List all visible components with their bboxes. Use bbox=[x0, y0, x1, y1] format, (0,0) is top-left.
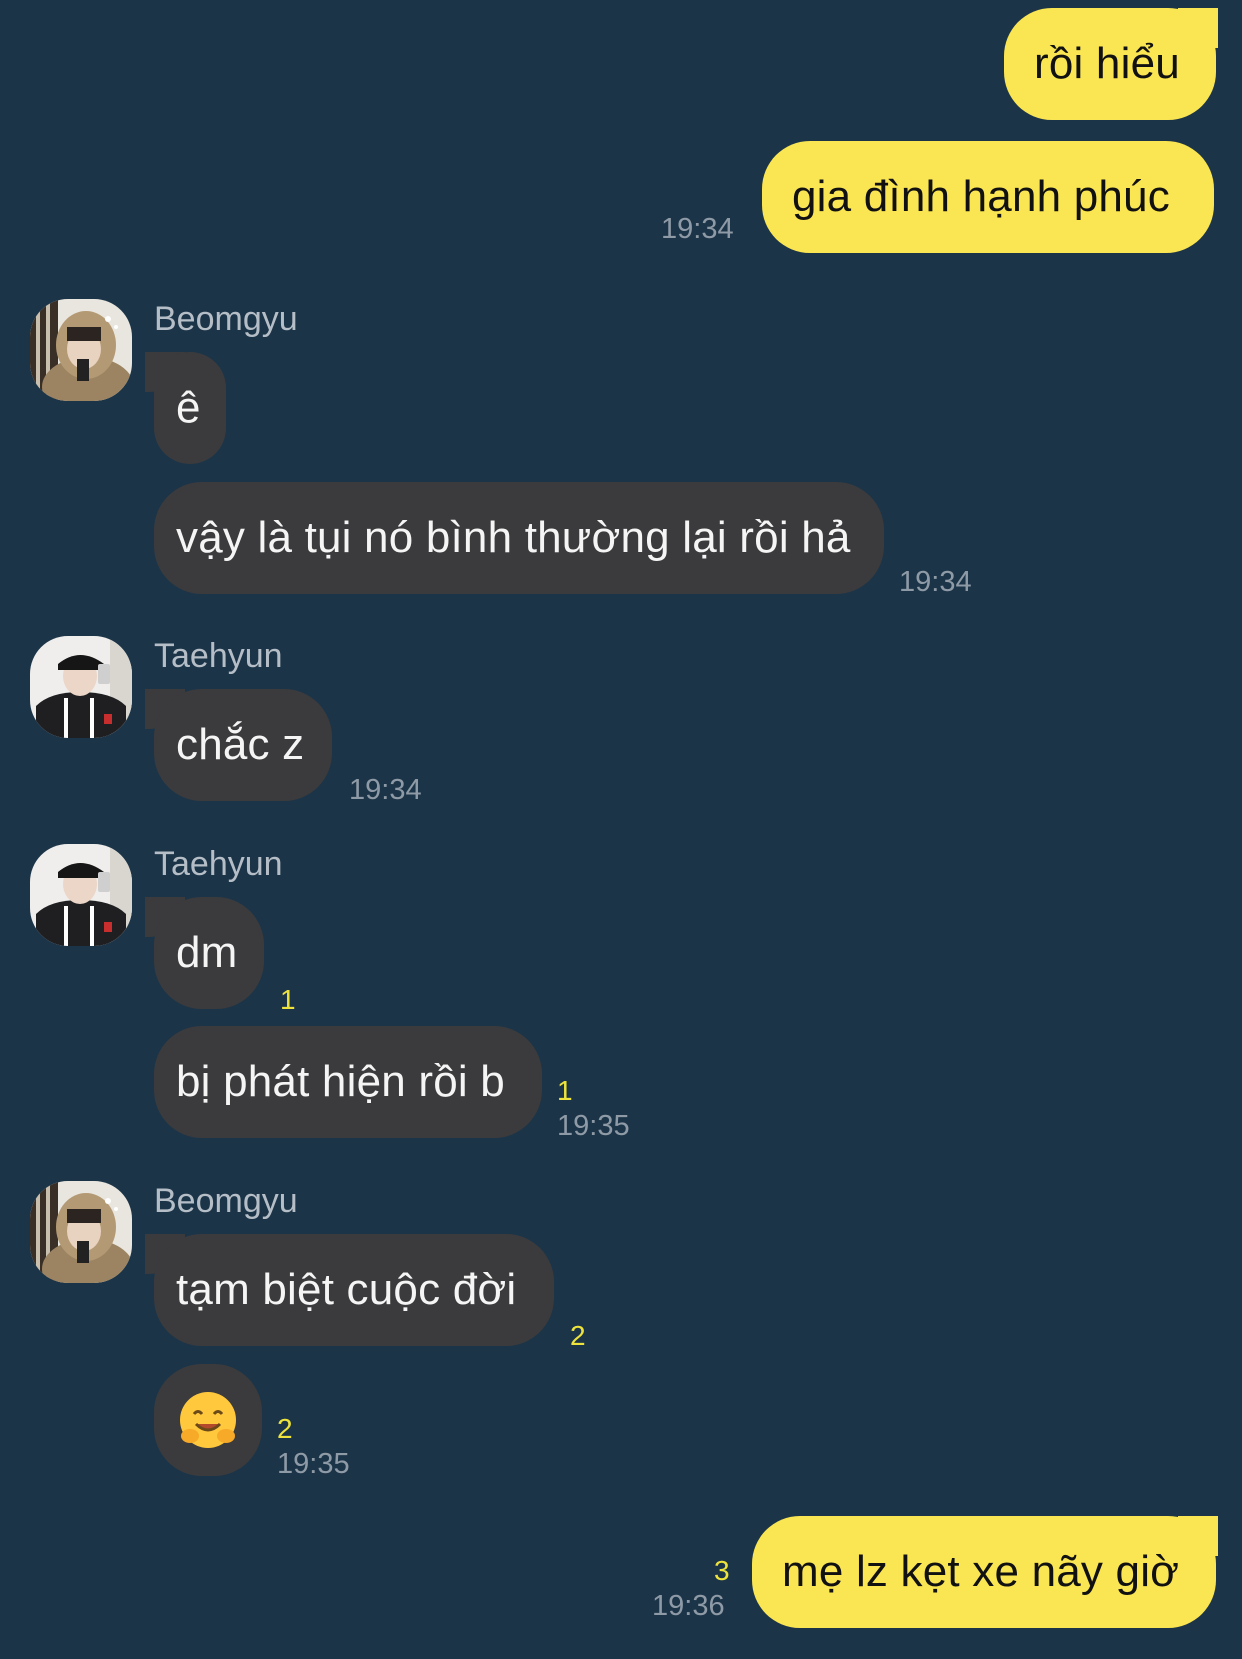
their-message-bubble[interactable]: bị phát hiện rồi b bbox=[154, 1026, 542, 1138]
message-text: gia đình hạnh phúc bbox=[792, 172, 1170, 221]
emoji-message-bubble[interactable] bbox=[154, 1364, 262, 1476]
sender-name: Beomgyu bbox=[154, 1182, 298, 1220]
message-text: ê bbox=[176, 383, 201, 432]
sender-name: Beomgyu bbox=[154, 300, 298, 338]
message-text: mẹ lz kẹt xe nãy giờ bbox=[782, 1547, 1180, 1596]
beomgyu-avatar[interactable] bbox=[30, 299, 132, 401]
their-message-bubble[interactable]: ê bbox=[154, 352, 226, 464]
their-message-bubble[interactable]: vậy là tụi nó bình thường lại rồi hả bbox=[154, 482, 884, 594]
their-message-bubble[interactable]: chắc z bbox=[154, 689, 332, 801]
hugging-face-emoji bbox=[180, 1392, 236, 1448]
unread-count: 1 bbox=[280, 984, 296, 1015]
message-text: chắc z bbox=[176, 720, 305, 769]
message-timestamp: 19:34 bbox=[899, 566, 972, 598]
message-timestamp: 19:34 bbox=[349, 774, 422, 806]
their-message-bubble[interactable]: tạm biệt cuộc đời bbox=[154, 1234, 554, 1346]
sender-name: Taehyun bbox=[154, 845, 283, 883]
message-timestamp: 19:35 bbox=[557, 1110, 630, 1142]
message-text: vậy là tụi nó bình thường lại rồi hả bbox=[176, 513, 851, 562]
message-timestamp: 19:36 bbox=[652, 1590, 725, 1622]
taehyun-avatar[interactable] bbox=[30, 844, 132, 946]
their-message-bubble[interactable]: dm bbox=[154, 897, 264, 1009]
taehyun-avatar[interactable] bbox=[30, 636, 132, 738]
message-text: rồi hiểu bbox=[1034, 39, 1180, 88]
my-message-bubble[interactable]: rồi hiểu bbox=[1004, 8, 1216, 120]
message-text: tạm biệt cuộc đời bbox=[176, 1265, 517, 1314]
message-timestamp: 19:35 bbox=[277, 1448, 350, 1480]
unread-count: 2 bbox=[570, 1320, 586, 1351]
unread-count: 1 bbox=[557, 1075, 573, 1106]
sender-name: Taehyun bbox=[154, 637, 283, 675]
message-text: dm bbox=[176, 928, 238, 977]
message-text: bị phát hiện rồi b bbox=[176, 1057, 505, 1106]
message-timestamp: 19:34 bbox=[661, 213, 734, 245]
my-message-bubble[interactable]: mẹ lz kẹt xe nãy giờ bbox=[752, 1516, 1216, 1628]
unread-count: 2 bbox=[277, 1413, 293, 1444]
my-message-bubble[interactable]: gia đình hạnh phúc bbox=[762, 141, 1214, 253]
beomgyu-avatar[interactable] bbox=[30, 1181, 132, 1283]
unread-count: 3 bbox=[714, 1555, 730, 1586]
